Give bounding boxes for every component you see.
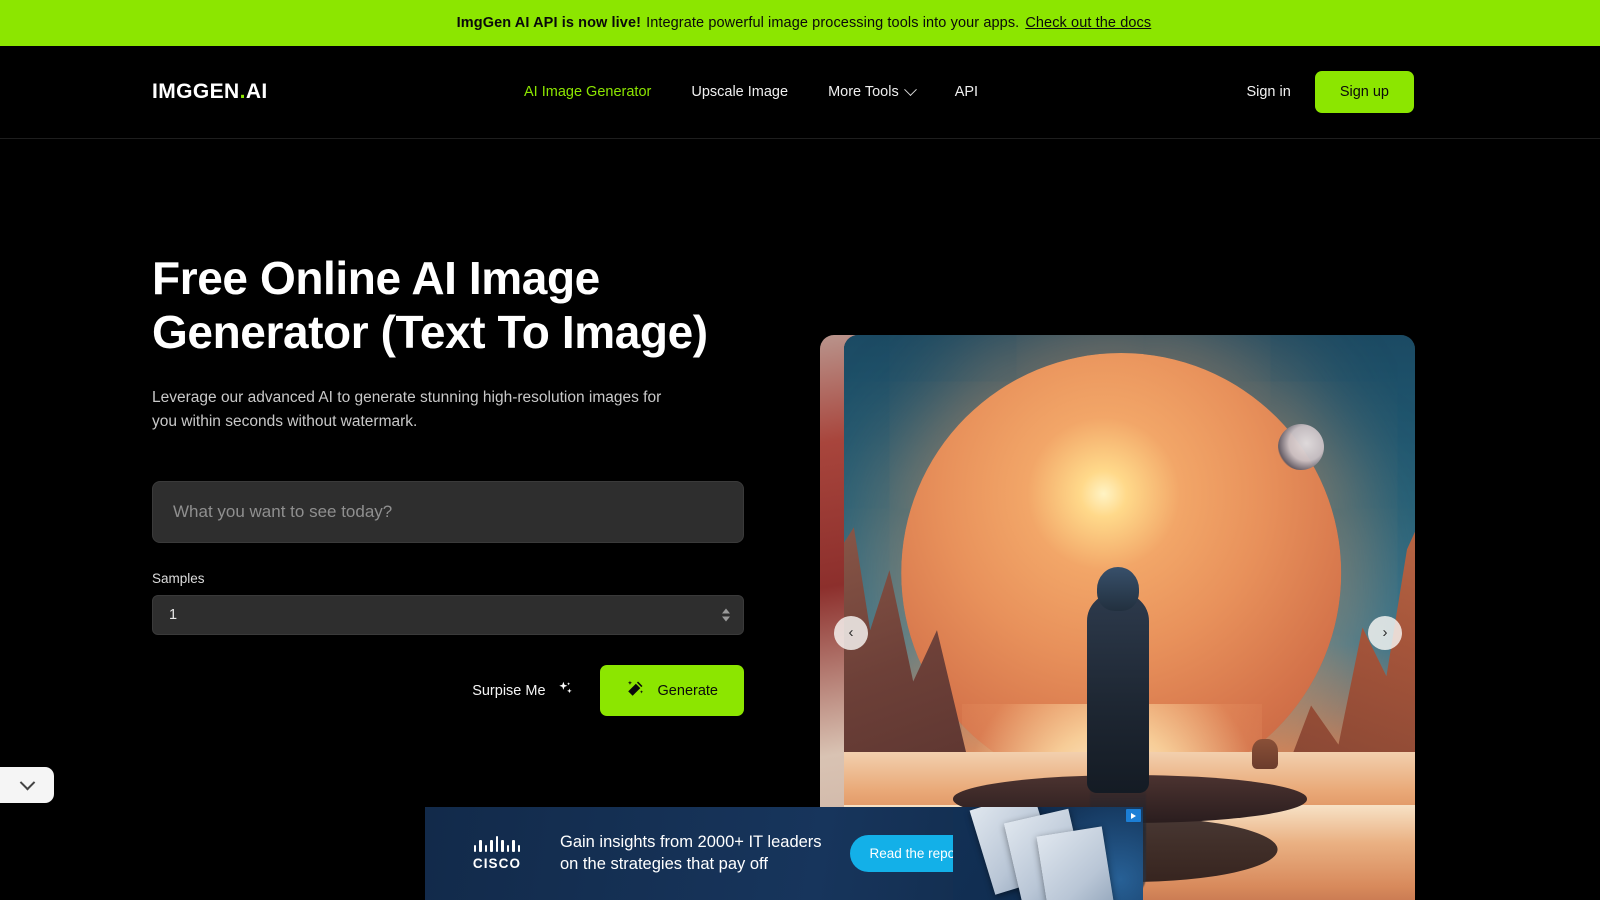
chevron-down-icon xyxy=(19,774,35,790)
announcement-strong-text: ImgGen AI API is now live! xyxy=(456,15,642,31)
adchoices-icon[interactable] xyxy=(1126,809,1141,822)
announcement-rest-text: Integrate powerful image processing tool… xyxy=(646,15,1020,31)
samples-selected-value: 1 xyxy=(169,607,178,624)
chevron-down-icon xyxy=(903,82,917,96)
nav-item-ai-image-generator[interactable]: AI Image Generator xyxy=(524,84,651,100)
samples-select[interactable]: 1 xyxy=(152,595,744,636)
magic-wand-icon xyxy=(626,679,645,702)
prompt-input[interactable] xyxy=(173,502,723,523)
ad-headline-line-2: on the strategies that pay off xyxy=(560,854,768,873)
page-title: Free Online AI Image Generator (Text To … xyxy=(152,252,708,359)
stepper-icon[interactable] xyxy=(722,608,730,622)
hero-subtitle: Leverage our advanced AI to generate stu… xyxy=(152,388,662,431)
surprise-me-label: Surpise Me xyxy=(472,682,546,699)
hero-left-column: Free Online AI Image Generator (Text To … xyxy=(152,251,792,717)
nav-item-api[interactable]: API xyxy=(955,84,978,100)
advertisement[interactable]: CISCO Gain insights from 2000+ IT leader… xyxy=(425,807,1143,900)
logo-text-main: IMGGEN xyxy=(152,80,240,103)
announcement-banner: ImgGen AI API is now live! Integrate pow… xyxy=(0,0,1600,46)
logo-text-suffix: AI xyxy=(245,80,268,103)
cisco-bars-icon xyxy=(473,836,521,852)
carousel-prev-button[interactable]: ‹ xyxy=(834,615,868,650)
ad-artwork xyxy=(953,807,1143,900)
nav-label: More Tools xyxy=(828,84,899,100)
check-out-the-docs-link[interactable]: Check out the docs xyxy=(1025,15,1151,31)
hero-section: Free Online AI Image Generator (Text To … xyxy=(0,139,1600,900)
main-nav: AI Image Generator Upscale Image More To… xyxy=(524,82,978,100)
carousel-next-button[interactable]: › xyxy=(1368,615,1402,650)
site-header: IMGGEN.AI AI Image Generator Upscale Ima… xyxy=(0,46,1600,139)
auth-actions: Sign in Sign up xyxy=(1246,71,1414,113)
sign-up-button[interactable]: Sign up xyxy=(1314,71,1414,113)
samples-label: Samples xyxy=(152,571,205,587)
nav-label: API xyxy=(954,84,979,100)
ad-headline: Gain insights from 2000+ IT leaders on t… xyxy=(560,832,822,876)
generate-label: Generate xyxy=(657,682,718,699)
generate-button[interactable]: Generate xyxy=(599,665,744,717)
ad-headline-line-1: Gain insights from 2000+ IT leaders xyxy=(560,832,822,851)
nav-label: Upscale Image xyxy=(691,84,789,100)
nav-item-more-tools[interactable]: More Tools xyxy=(828,82,917,100)
logo[interactable]: IMGGEN.AI xyxy=(152,80,268,104)
prompt-input-wrapper[interactable] xyxy=(152,481,744,544)
moon-icon xyxy=(1277,424,1324,471)
nav-label: AI Image Generator xyxy=(524,84,652,100)
sparkles-icon xyxy=(557,680,574,701)
nav-item-upscale-image[interactable]: Upscale Image xyxy=(691,84,788,100)
sign-in-link[interactable]: Sign in xyxy=(1246,84,1290,100)
surprise-me-button[interactable]: Surpise Me xyxy=(468,672,577,709)
ad-banner[interactable]: CISCO Gain insights from 2000+ IT leader… xyxy=(425,807,1143,900)
cisco-wordmark: CISCO xyxy=(472,856,522,871)
hero-actions: Surpise Me Generate xyxy=(152,665,744,717)
rocket-icon xyxy=(449,15,452,31)
collapse-panel-button[interactable] xyxy=(0,767,54,803)
cisco-logo: CISCO xyxy=(458,836,536,871)
